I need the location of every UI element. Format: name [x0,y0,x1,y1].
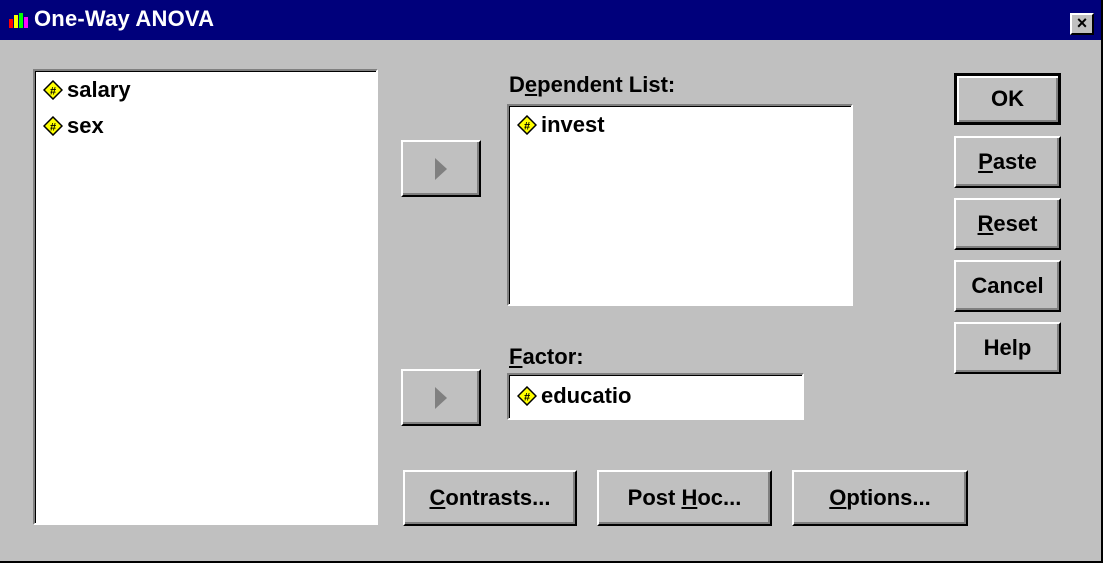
right-arrow-icon [435,386,447,409]
factor-item[interactable]: # educatio [517,381,631,411]
factor-label: Factor: [509,344,584,369]
reset-button[interactable]: Reset [954,198,1061,250]
help-button[interactable]: Help [954,322,1061,374]
variable-label: salary [67,77,131,102]
numeric-variable-icon: # [43,80,63,100]
svg-text:#: # [524,121,530,133]
factor-field[interactable]: # educatio [507,373,804,420]
numeric-variable-icon: # [517,115,537,135]
svg-text:#: # [50,122,56,134]
title-bar: One-Way ANOVA × [0,0,1101,40]
one-way-anova-dialog: One-Way ANOVA × # salary # sex Dependent… [0,0,1103,563]
close-icon: × [1076,13,1088,33]
app-icon [9,13,28,28]
dependent-list[interactable]: # invest [507,104,853,306]
svg-text:#: # [524,392,530,404]
numeric-variable-icon: # [517,386,537,406]
cancel-button[interactable]: Cancel [954,260,1061,312]
move-to-dependent-button[interactable] [401,140,481,197]
variable-label: invest [541,112,605,137]
close-button[interactable]: × [1070,13,1094,35]
dependent-list-label: Dependent List: [509,72,676,97]
list-item[interactable]: # invest [517,110,605,140]
paste-button[interactable]: Paste [954,136,1061,188]
options-button[interactable]: Options... [792,470,968,526]
move-to-factor-button[interactable] [401,369,481,426]
numeric-variable-icon: # [43,116,63,136]
post-hoc-button[interactable]: Post Hoc... [597,470,772,526]
contrasts-button[interactable]: Contrasts... [403,470,577,526]
window-title: One-Way ANOVA [34,6,215,31]
source-variable-list[interactable]: # salary # sex [33,69,378,525]
ok-button[interactable]: OK [954,73,1061,125]
svg-text:#: # [50,86,56,98]
list-item[interactable]: # salary [43,75,131,105]
variable-label: sex [67,113,104,138]
list-item[interactable]: # sex [43,111,104,141]
factor-value: educatio [541,383,632,408]
right-arrow-icon [435,157,447,180]
